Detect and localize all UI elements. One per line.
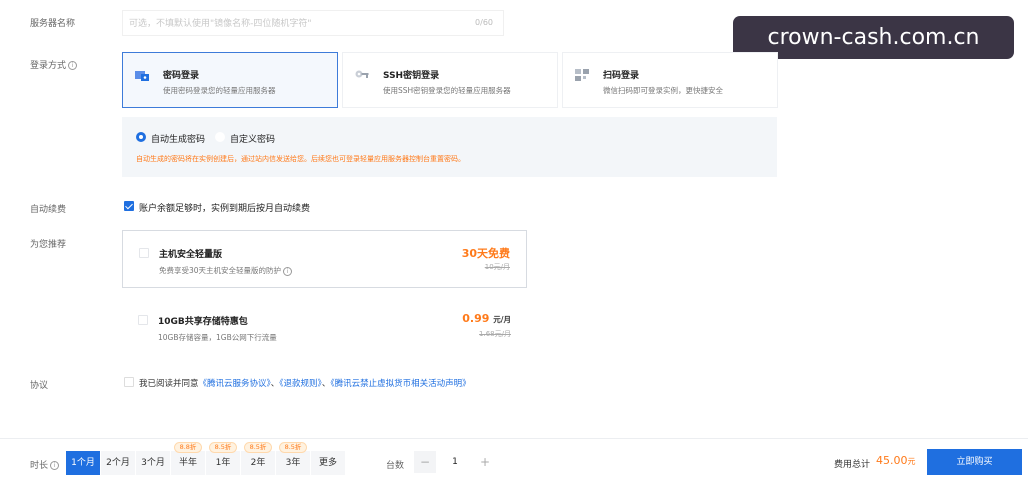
auto-renew-text: 账户余额足够时，实例到期后按月自动续费 [139, 204, 311, 214]
quantity-plus-button[interactable]: + [474, 451, 496, 473]
login-option-title: SSH密钥登录 [383, 71, 440, 81]
login-method-label: 登录方式 i [30, 58, 78, 71]
login-option-desc: 使用SSH密钥登录您的轻量应用服务器 [383, 86, 511, 95]
duration-1-month[interactable]: 1个月 [66, 451, 100, 475]
link-crypto-statement[interactable]: 《腾讯云禁止虚拟货币相关活动声明》 [330, 379, 470, 389]
buy-now-button[interactable]: 立即购买 [927, 449, 1022, 475]
total-price: 45.00元 [876, 454, 916, 467]
info-icon[interactable]: i [283, 266, 293, 276]
server-name-counter: 0/60 [475, 18, 493, 27]
password-notice: 自动生成的密码将在实例创建后，通过站内信发送给您。后续您也可登录轻量应用服务器控… [136, 155, 465, 163]
login-option-desc: 使用密码登录您的轻量应用服务器 [163, 86, 276, 95]
recommend-price: 30天免费 [461, 247, 510, 260]
radio-auto-password[interactable] [136, 132, 146, 142]
auto-renew-label: 自动续费 [30, 205, 67, 215]
link-refund-rules[interactable]: 《退款规则》 [279, 379, 322, 389]
agreement-prefix: 我已阅读并同意 [139, 379, 199, 389]
duration-more[interactable]: 更多 [311, 451, 345, 475]
login-option-title: 扫码登录 [603, 71, 640, 81]
recommend-original-price: 10元/月 [484, 263, 510, 271]
purchase-bar: 时长 i 1个月 2个月 3个月 半年 1年 2年 3年 更多 8.8折 8.5折… [0, 438, 1028, 484]
total-price-value: 45.00 [876, 454, 908, 467]
login-option-qrcode[interactable]: 扫码登录 微信扫码即可登录实例，更快捷安全 [562, 52, 778, 108]
total-label: 费用总计 [834, 460, 871, 470]
server-name-label: 服务器名称 [30, 19, 76, 29]
discount-badge: 8.5折 [209, 442, 237, 453]
recommend-card-security[interactable]: 主机安全轻量版 免费享受30天主机安全轻量版的防护 i 30天免费 10元/月 [122, 230, 527, 288]
recommend-desc-text: 免费享受30天主机安全轻量版的防护 [159, 266, 282, 275]
auto-renew-checkbox[interactable] [124, 201, 134, 211]
recommend-original-price: 1.68元/月 [479, 330, 511, 338]
recommend-card-storage[interactable]: 10GB共享存储特惠包 10GB存储容量，1GB公网下行流量 0.99 元/月 … [122, 298, 527, 356]
duration-3-months[interactable]: 3个月 [136, 451, 170, 475]
recommend-price-value: 0.99 [462, 312, 490, 325]
duration-label: 时长 i [30, 458, 60, 471]
duration-2-months[interactable]: 2个月 [101, 451, 135, 475]
duration-2-years[interactable]: 2年 [241, 451, 275, 475]
link-service-agreement[interactable]: 《腾讯云服务协议》 [199, 379, 271, 389]
agreement-text: 我已阅读并同意《腾讯云服务协议》、《退款规则》、《腾讯云禁止虚拟货币相关活动声明… [139, 377, 471, 389]
server-name-input[interactable] [129, 15, 469, 33]
total-price-unit: 元 [907, 457, 916, 466]
password-panel: 自动生成密码 自定义密码 自动生成的密码将在实例创建后，通过站内信发送给您。后续… [122, 117, 777, 177]
duration-label-text: 时长 [30, 461, 49, 471]
duration-1-year[interactable]: 1年 [206, 451, 240, 475]
recommend-checkbox[interactable] [138, 315, 148, 325]
quantity-label: 台数 [386, 461, 405, 471]
login-option-password[interactable]: 密码登录 使用密码登录您的轻量应用服务器 [122, 52, 338, 108]
info-icon[interactable]: i [50, 461, 60, 470]
server-name-field[interactable]: 0/60 [122, 10, 504, 36]
login-option-desc: 微信扫码即可登录实例，更快捷安全 [603, 86, 723, 95]
recommend-checkbox[interactable] [139, 248, 149, 258]
recommend-label: 为您推荐 [30, 240, 67, 250]
agreement-checkbox[interactable] [124, 377, 134, 387]
radio-custom-password[interactable] [215, 132, 225, 142]
login-option-title: 密码登录 [163, 71, 200, 81]
radio-auto-password-label: 自动生成密码 [151, 135, 206, 145]
duration-half-year[interactable]: 半年 [171, 451, 205, 475]
radio-custom-password-label: 自定义密码 [230, 135, 276, 145]
login-option-ssh[interactable]: SSH密钥登录 使用SSH密钥登录您的轻量应用服务器 [342, 52, 558, 108]
discount-badge: 8.8折 [174, 442, 202, 453]
discount-badge: 8.5折 [244, 442, 272, 453]
quantity-value[interactable]: 1 [444, 457, 466, 467]
agreement-label: 协议 [30, 381, 49, 391]
recommend-title: 主机安全轻量版 [159, 250, 223, 260]
quantity-minus-button[interactable]: − [414, 451, 436, 473]
login-method-label-text: 登录方式 [30, 61, 67, 71]
recommend-price-unit: 元/月 [493, 315, 511, 324]
recommend-desc: 免费享受30天主机安全轻量版的防护 i [159, 265, 293, 276]
password-icon [135, 71, 149, 81]
duration-3-years[interactable]: 3年 [276, 451, 310, 475]
discount-badge: 8.5折 [279, 442, 307, 453]
info-icon[interactable]: i [68, 61, 78, 70]
recommend-price: 0.99 元/月 [462, 312, 511, 325]
recommend-desc: 10GB存储容量，1GB公网下行流量 [158, 333, 277, 342]
recommend-title: 10GB共享存储特惠包 [158, 317, 248, 327]
qrcode-icon [575, 69, 589, 81]
key-icon [355, 70, 369, 78]
